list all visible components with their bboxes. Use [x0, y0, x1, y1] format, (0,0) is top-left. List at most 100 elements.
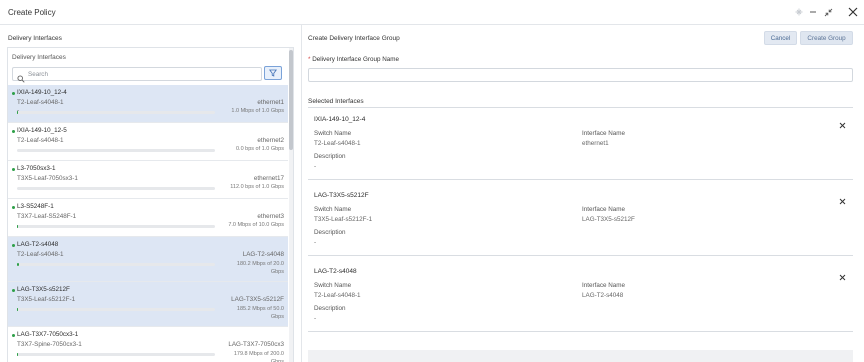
group-name-label-text: Delivery Interface Group Name: [312, 56, 399, 63]
interface-name: LAG-T2-s4048: [17, 241, 59, 248]
interface-id: ethernet3: [257, 213, 284, 220]
utilization-bar: [17, 149, 215, 152]
description-label: Description: [314, 229, 346, 236]
utilization-bar: [17, 225, 215, 228]
interface-id: ethernet1: [257, 99, 284, 106]
switch-name-value: T2-Leaf-s4048-1: [314, 292, 361, 299]
card-title: LAG-T2-s4048: [314, 268, 357, 275]
status-dot: [12, 244, 15, 247]
selected-interface-card: IXIA-149-10_12-4 Switch Name T2-Leaf-s40…: [308, 108, 853, 180]
switch-name-label: Switch Name: [314, 206, 352, 213]
cards-footer: [308, 350, 853, 362]
switch-name: T2-Leaf-s4048-1: [17, 137, 64, 144]
utilization-fill: [17, 353, 19, 356]
interface-list: IXIA-149-10_12-4 T2-Leaf-s4048-1 ethernet1…: [8, 85, 288, 362]
remove-icon[interactable]: [838, 193, 847, 205]
bandwidth-text: 185.2 Mbps of 50.0 Gbps: [236, 306, 284, 320]
create-group-panel: Create Delivery Interface Group Cancel C…: [302, 25, 864, 362]
utilization-bar: [17, 353, 215, 356]
remove-icon[interactable]: [838, 269, 847, 281]
bandwidth-text: 112.0 bps of 1.0 Gbps: [230, 184, 284, 190]
switch-name-value: T3X5-Leaf-s5212F-1: [314, 216, 373, 223]
switch-name: T3X5-Leaf-7050sx3-1: [17, 175, 78, 182]
create-group-button[interactable]: Create Group: [800, 31, 853, 45]
search-box[interactable]: [12, 67, 262, 83]
switch-name: T3X7-Leaf-S5248F-1: [17, 213, 77, 220]
remove-icon[interactable]: [838, 117, 847, 129]
delivery-interfaces-box: Delivery Interfaces IXIA-149-10_12-4 T2-L…: [7, 47, 294, 362]
interface-name: L3-7050sx3-1: [17, 165, 56, 172]
utilization-fill: [17, 111, 19, 114]
switch-name: T3X7-Spine-7050cx3-1: [17, 341, 82, 348]
utilization-bar: [17, 263, 215, 266]
description-label: Description: [314, 305, 346, 312]
panel-title: Delivery Interfaces: [8, 35, 62, 42]
minimize-icon[interactable]: [808, 6, 818, 18]
status-dot: [12, 289, 15, 292]
dialog-title: Create Policy: [8, 8, 56, 17]
bandwidth-text: 180.2 Mbps of 20.0 Gbps: [236, 261, 284, 275]
selected-interfaces-label: Selected Interfaces: [308, 98, 364, 105]
list-scrollbar[interactable]: [289, 48, 293, 362]
selected-interface-card: LAG-T3X5-s5212F Switch Name T3X5-Leaf-s5…: [308, 184, 853, 256]
interface-list-item[interactable]: L3-S5248F-1 T3X7-Leaf-S5248F-1 ethernet3 7.…: [8, 199, 288, 237]
interface-name-value: ethernet1: [582, 140, 609, 147]
interface-name-value: LAG-T3X5-s5212F: [582, 216, 635, 223]
status-dot: [12, 92, 15, 95]
utilization-fill: [17, 225, 19, 228]
interface-id: LAG-T3X7-7050cx3: [228, 341, 284, 348]
group-name-label: * Delivery Interface Group Name: [308, 56, 399, 63]
group-name-input[interactable]: [308, 68, 853, 82]
interface-id: ethernet17: [253, 175, 284, 182]
interface-id: LAG-T3X5-s5212F: [231, 296, 284, 303]
interface-name: LAG-T3X7-7050cx3-1: [17, 331, 79, 338]
switch-name: T2-Leaf-s4048-1: [17, 251, 64, 258]
switch-name: T2-Leaf-s4048-1: [17, 99, 64, 106]
bandwidth-text: 0.0 bps of 1.0 Gbps: [235, 146, 284, 152]
interface-list-item[interactable]: IXIA-149-10_12-4 T2-Leaf-s4048-1 ethernet1…: [8, 85, 288, 123]
interface-list-item[interactable]: LAG-T3X7-7050cx3-1 T3X7-Spine-7050cx3-1 LA…: [8, 327, 288, 362]
interface-name: IXIA-149-10_12-5: [17, 127, 67, 134]
description-value: -: [314, 239, 317, 246]
switch-name-label: Switch Name: [314, 130, 352, 137]
dialog-header: Create Policy: [0, 0, 864, 25]
scrollbar-thumb[interactable]: [289, 50, 293, 150]
bandwidth-text: 7.0 Mbps of 10.0 Gbps: [228, 222, 284, 228]
delivery-interfaces-panel: Delivery Interfaces Delivery Interfaces …: [0, 25, 302, 362]
interface-name-label: Interface Name: [582, 130, 626, 137]
pin-icon[interactable]: [794, 6, 804, 18]
close-icon[interactable]: [847, 6, 859, 18]
utilization-bar: [17, 308, 215, 311]
interface-name-value: LAG-T2-s4048: [582, 292, 624, 299]
switch-name-value: T2-Leaf-s4048-1: [314, 140, 361, 147]
status-dot: [12, 168, 15, 171]
cancel-button[interactable]: Cancel: [764, 31, 797, 45]
interface-list-item[interactable]: LAG-T2-s4048 T2-Leaf-s4048-1 LAG-T2-s4048 1…: [8, 237, 288, 282]
collapse-icon[interactable]: [822, 6, 834, 18]
interface-name: L3-S5248F-1: [17, 203, 54, 210]
filter-button[interactable]: [264, 66, 282, 80]
interface-list-item[interactable]: IXIA-149-10_12-5 T2-Leaf-s4048-1 ethernet2…: [8, 123, 288, 161]
interface-list-item[interactable]: LAG-T3X5-s5212F T3X5-Leaf-s5212F-1 LAG-T3X…: [8, 282, 288, 327]
search-input[interactable]: [28, 69, 258, 79]
box-title: Delivery Interfaces: [12, 54, 66, 61]
interface-list-item[interactable]: L3-7050sx3-1 T3X5-Leaf-7050sx3-1 ethernet1…: [8, 161, 288, 199]
status-dot: [12, 334, 15, 337]
form-title: Create Delivery Interface Group: [308, 35, 400, 42]
description-value: -: [314, 163, 317, 170]
description-value: -: [314, 315, 317, 322]
description-label: Description: [314, 153, 346, 160]
interface-name: IXIA-149-10_12-4: [17, 89, 67, 96]
card-title: LAG-T3X5-s5212F: [314, 192, 369, 199]
switch-name-label: Switch Name: [314, 282, 352, 289]
required-marker: *: [308, 56, 311, 63]
interface-id: ethernet2: [257, 137, 284, 144]
interface-name: LAG-T3X5-s5212F: [17, 286, 70, 293]
utilization-bar: [17, 187, 215, 190]
interface-id: LAG-T2-s4048: [242, 251, 284, 258]
bandwidth-text: 179.8 Mbps of 200.0 Gbps: [233, 351, 284, 362]
utilization-bar: [17, 111, 215, 114]
utilization-fill: [17, 308, 19, 311]
status-dot: [12, 206, 15, 209]
bandwidth-text: 1.0 Mbps of 1.0 Gbps: [231, 108, 284, 114]
